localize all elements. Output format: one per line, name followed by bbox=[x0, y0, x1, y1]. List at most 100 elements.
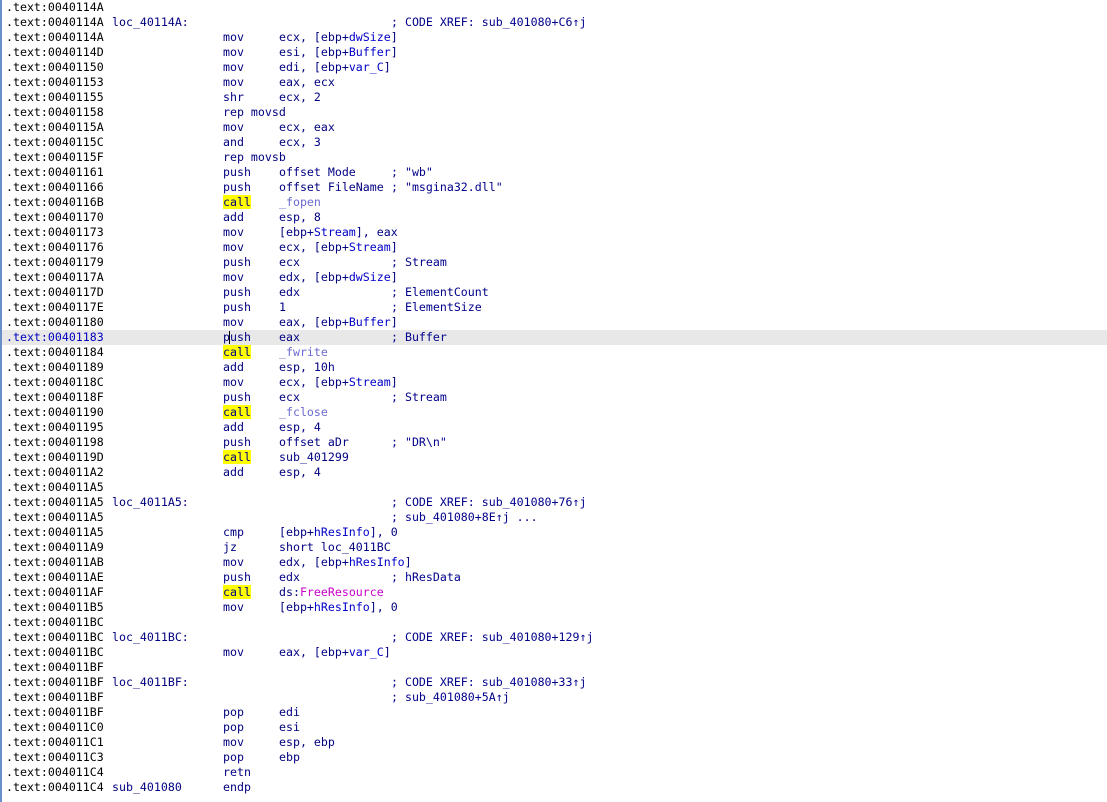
listing-line[interactable]: .text:00401161 push offset Mode ; "wb" bbox=[2, 165, 1107, 180]
listing-line[interactable]: .text:00401198 push offset aDr ; "DR\n" bbox=[2, 435, 1107, 450]
instruction-mnemonic[interactable]: push bbox=[223, 330, 251, 345]
listing-line[interactable]: .text:004011C4 retn bbox=[2, 765, 1107, 780]
disassembly-listing[interactable]: .text:0040114A .text:0040114A loc_40114A:;… bbox=[0, 0, 1107, 802]
instruction-operands[interactable]: ecx, [ebp+Stream] bbox=[279, 240, 398, 255]
listing-line[interactable]: .text:0040114A bbox=[2, 0, 1107, 15]
listing-line[interactable]: .text:004011A5 loc_4011A5: ; CODE XREF: su… bbox=[2, 495, 1107, 510]
instruction-mnemonic[interactable]: add bbox=[223, 420, 244, 435]
listing-line[interactable]: .text:00401189 add esp, 10h bbox=[2, 360, 1107, 375]
instruction-mnemonic[interactable]: push bbox=[223, 180, 251, 195]
instruction-mnemonic[interactable]: mov bbox=[223, 270, 244, 285]
instruction-mnemonic[interactable]: mov bbox=[223, 225, 244, 240]
instruction-mnemonic[interactable]: call bbox=[223, 585, 251, 600]
instruction-operands[interactable]: 1 bbox=[279, 300, 286, 315]
instruction-mnemonic[interactable]: pop bbox=[223, 750, 244, 765]
code-label[interactable]: loc_40114A: bbox=[112, 15, 189, 30]
instruction-operands[interactable]: eax bbox=[279, 330, 300, 345]
instruction-mnemonic[interactable]: add bbox=[223, 360, 244, 375]
code-label[interactable]: loc_4011BC: bbox=[112, 630, 189, 645]
instruction-operands[interactable]: esp, ebp bbox=[279, 735, 335, 750]
listing-line[interactable]: .text:004011C3 pop ebp bbox=[2, 750, 1107, 765]
instruction-mnemonic[interactable]: mov bbox=[223, 60, 244, 75]
instruction-operands[interactable]: ecx bbox=[279, 255, 300, 270]
listing-line[interactable]: .text:00401184 call _fwrite bbox=[2, 345, 1107, 360]
listing-line[interactable]: .text:00401190 call _fclose bbox=[2, 405, 1107, 420]
code-label[interactable]: sub_401080 bbox=[112, 780, 182, 795]
listing-line[interactable]: .text:004011C4 sub_401080 endp bbox=[2, 780, 1107, 795]
listing-line[interactable]: .text:0040114A mov ecx, [ebp+dwSize] bbox=[2, 30, 1107, 45]
listing-line[interactable]: .text:0040119D call sub_401299 bbox=[2, 450, 1107, 465]
listing-line[interactable]: .text:00401179 push ecx ; Stream bbox=[2, 255, 1107, 270]
instruction-operands[interactable]: _fclose bbox=[279, 405, 328, 420]
instruction-operands[interactable]: _fwrite bbox=[279, 345, 328, 360]
listing-line[interactable]: .text:004011C0 pop esi bbox=[2, 720, 1107, 735]
instruction-mnemonic[interactable]: rep movsb bbox=[223, 150, 286, 165]
instruction-operands[interactable]: [ebp+hResInfo], 0 bbox=[279, 525, 398, 540]
instruction-mnemonic[interactable]: push bbox=[223, 390, 251, 405]
instruction-operands[interactable]: eax, [ebp+var_C] bbox=[279, 645, 391, 660]
listing-line[interactable]: .text:0040116B call _fopen bbox=[2, 195, 1107, 210]
instruction-mnemonic[interactable]: mov bbox=[223, 30, 244, 45]
instruction-mnemonic[interactable]: push bbox=[223, 300, 251, 315]
instruction-mnemonic[interactable]: mov bbox=[223, 645, 244, 660]
instruction-operands[interactable]: ecx, [ebp+Stream] bbox=[279, 375, 398, 390]
listing-line[interactable]: .text:004011BC bbox=[2, 615, 1107, 630]
instruction-mnemonic[interactable]: mov bbox=[223, 45, 244, 60]
listing-line[interactable]: .text:00401150 mov edi, [ebp+var_C] bbox=[2, 60, 1107, 75]
instruction-mnemonic[interactable]: mov bbox=[223, 120, 244, 135]
instruction-operands[interactable]: esp, 8 bbox=[279, 210, 321, 225]
instruction-mnemonic[interactable]: call bbox=[223, 195, 251, 210]
listing-line[interactable]: .text:004011C1 mov esp, ebp bbox=[2, 735, 1107, 750]
listing-line[interactable]: .text:004011B5 mov [ebp+hResInfo], 0 bbox=[2, 600, 1107, 615]
listing-line[interactable]: .text:0040117D push edx ; ElementCount bbox=[2, 285, 1107, 300]
instruction-mnemonic[interactable]: retn bbox=[223, 765, 251, 780]
listing-line[interactable]: .text:00401158 rep movsd bbox=[2, 105, 1107, 120]
listing-line[interactable]: .text:0040114D mov esi, [ebp+Buffer] bbox=[2, 45, 1107, 60]
instruction-mnemonic[interactable]: endp bbox=[223, 780, 251, 795]
listing-line[interactable]: .text:0040115A mov ecx, eax bbox=[2, 120, 1107, 135]
instruction-mnemonic[interactable]: push bbox=[223, 435, 251, 450]
instruction-mnemonic[interactable]: push bbox=[223, 255, 251, 270]
listing-line[interactable]: .text:00401153 mov eax, ecx bbox=[2, 75, 1107, 90]
instruction-operands[interactable]: offset Mode bbox=[279, 165, 356, 180]
listing-line[interactable]: .text:004011A5 ; sub_401080+8E↑j ... bbox=[2, 510, 1107, 525]
listing-line[interactable]: .text:0040117E push 1 ; ElementSize bbox=[2, 300, 1107, 315]
listing-line[interactable]: .text:00401176 mov ecx, [ebp+Stream] bbox=[2, 240, 1107, 255]
listing-line[interactable]: .text:00401155 shr ecx, 2 bbox=[2, 90, 1107, 105]
instruction-mnemonic[interactable]: rep movsd bbox=[223, 105, 286, 120]
listing-line[interactable]: .text:0040114A loc_40114A: ; CODE XREF: su… bbox=[2, 15, 1107, 30]
instruction-operands[interactable]: esp, 4 bbox=[279, 465, 321, 480]
instruction-mnemonic[interactable]: call bbox=[223, 345, 251, 360]
instruction-operands[interactable]: [ebp+hResInfo], 0 bbox=[279, 600, 398, 615]
listing-line[interactable]: .text:00401180 mov eax, [ebp+Buffer] bbox=[2, 315, 1107, 330]
instruction-operands[interactable]: [ebp+Stream], eax bbox=[279, 225, 398, 240]
instruction-operands[interactable]: sub_401299 bbox=[279, 450, 349, 465]
code-label[interactable]: loc_4011BF: bbox=[112, 675, 189, 690]
instruction-mnemonic[interactable]: mov bbox=[223, 555, 244, 570]
instruction-mnemonic[interactable]: add bbox=[223, 210, 244, 225]
instruction-operands[interactable]: eax, ecx bbox=[279, 75, 335, 90]
instruction-operands[interactable]: eax, [ebp+Buffer] bbox=[279, 315, 398, 330]
instruction-operands[interactable]: esp, 4 bbox=[279, 420, 321, 435]
instruction-mnemonic[interactable]: call bbox=[223, 450, 251, 465]
listing-line[interactable]: .text:0040115F rep movsb bbox=[2, 150, 1107, 165]
instruction-mnemonic[interactable]: add bbox=[223, 465, 244, 480]
instruction-operands[interactable]: ds:FreeResource bbox=[279, 585, 384, 600]
listing-line[interactable]: .text:00401173 mov [ebp+Stream], eax bbox=[2, 225, 1107, 240]
instruction-mnemonic[interactable]: mov bbox=[223, 375, 244, 390]
listing-line[interactable]: .text:004011AF call ds:FreeResource bbox=[2, 585, 1107, 600]
instruction-operands[interactable]: ecx, 3 bbox=[279, 135, 321, 150]
instruction-operands[interactable]: ecx, [ebp+dwSize] bbox=[279, 30, 398, 45]
listing-line[interactable]: .text:00401170 add esp, 8 bbox=[2, 210, 1107, 225]
listing-line[interactable]: .text:004011A5 bbox=[2, 480, 1107, 495]
listing-line[interactable]: .text:004011A5 cmp [ebp+hResInfo], 0 bbox=[2, 525, 1107, 540]
instruction-operands[interactable]: _fopen bbox=[279, 195, 321, 210]
instruction-mnemonic[interactable]: mov bbox=[223, 735, 244, 750]
listing-line[interactable]: .text:004011BF pop edi bbox=[2, 705, 1107, 720]
instruction-operands[interactable]: ecx bbox=[279, 390, 300, 405]
instruction-mnemonic[interactable]: and bbox=[223, 135, 244, 150]
listing-line[interactable]: .text:00401166 push offset FileName ; "msgi… bbox=[2, 180, 1107, 195]
instruction-operands[interactable]: edx, [ebp+hResInfo] bbox=[279, 555, 412, 570]
instruction-mnemonic[interactable]: mov bbox=[223, 315, 244, 330]
instruction-operands[interactable]: ecx, eax bbox=[279, 120, 335, 135]
